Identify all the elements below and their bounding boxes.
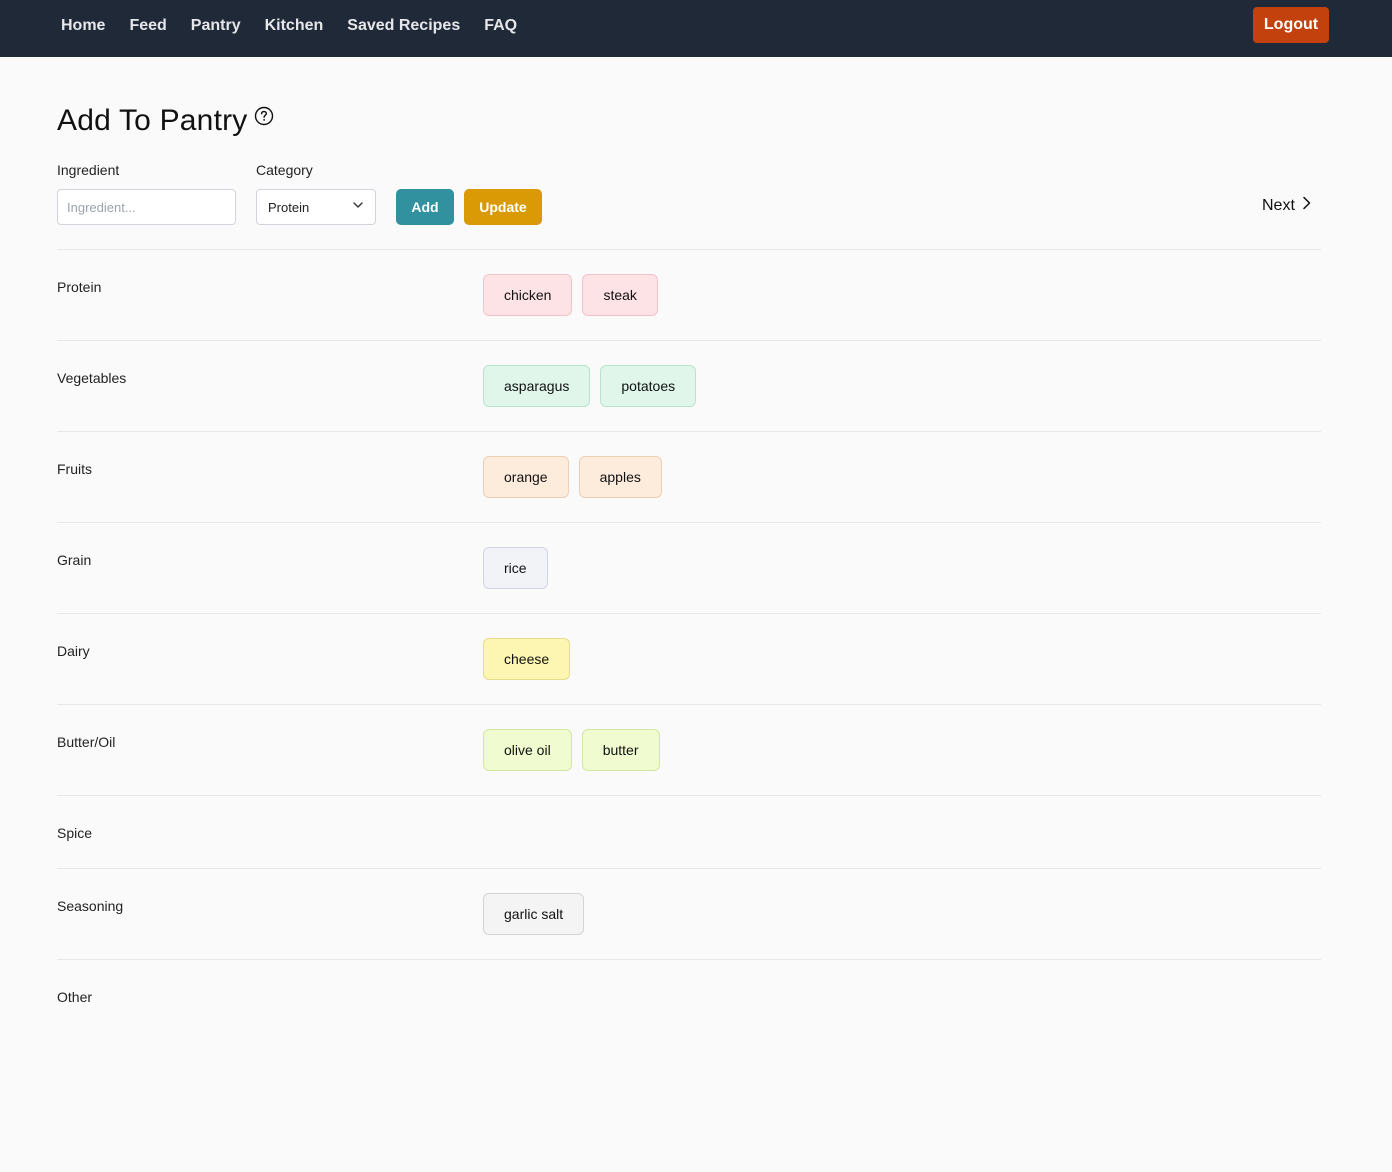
vegetables-chips: asparagus potatoes (483, 365, 697, 407)
ingredient-chip[interactable]: rice (483, 547, 548, 589)
chevron-right-icon (1295, 196, 1313, 215)
butter-oil-chips: olive oil butter (483, 729, 660, 771)
nav-saved-recipes-link[interactable]: Saved Recipes (335, 11, 472, 41)
nav-links: Home Feed Pantry Kitchen Saved Recipes F… (49, 0, 529, 52)
ingredient-chip[interactable]: butter (581, 729, 660, 771)
divider (57, 795, 1321, 796)
divider (57, 704, 1321, 705)
grain-chips: rice (483, 547, 548, 589)
dairy-chips: cheese (483, 638, 571, 680)
divider (57, 959, 1321, 960)
divider (57, 613, 1321, 614)
page-title: Add To Pantry (57, 104, 248, 137)
logout-button[interactable]: Logout (1253, 7, 1329, 43)
category-protein-label: Protein (57, 279, 102, 295)
category-select[interactable]: Protein (256, 189, 376, 225)
ingredient-chip[interactable]: olive oil (483, 729, 572, 771)
update-button[interactable]: Update (464, 189, 542, 225)
ingredient-chip[interactable]: cheese (483, 638, 571, 680)
category-dairy-label: Dairy (57, 643, 90, 659)
ingredient-chip[interactable]: orange (483, 456, 569, 498)
fruits-chips: orange apples (483, 456, 662, 498)
divider (57, 431, 1321, 432)
add-button[interactable]: Add (396, 189, 454, 225)
ingredient-chip[interactable]: garlic salt (483, 893, 585, 935)
category-grain-label: Grain (57, 552, 92, 568)
nav-home-link[interactable]: Home (49, 11, 117, 41)
seasoning-chips: garlic salt (483, 893, 585, 935)
nav-kitchen-link[interactable]: Kitchen (253, 11, 336, 41)
category-butter-oil-label: Butter/Oil (57, 734, 116, 750)
nav-faq-link[interactable]: FAQ (472, 11, 529, 41)
category-spice-label: Spice (57, 825, 93, 841)
question-circle-icon[interactable] (254, 106, 274, 126)
ingredient-input[interactable] (57, 189, 236, 225)
ingredient-chip[interactable]: apples (578, 456, 662, 498)
divider (57, 249, 1321, 250)
divider (57, 522, 1321, 523)
nav-feed-link[interactable]: Feed (117, 11, 178, 41)
ingredient-label: Ingredient (57, 162, 120, 178)
divider (57, 868, 1321, 869)
category-vegetables-label: Vegetables (57, 370, 127, 386)
chevron-down-icon (352, 198, 364, 216)
category-fruits-label: Fruits (57, 461, 92, 477)
ingredient-chip[interactable]: asparagus (483, 365, 591, 407)
category-label: Category (256, 162, 313, 178)
navbar: Home Feed Pantry Kitchen Saved Recipes F… (0, 0, 1392, 57)
divider (57, 340, 1321, 341)
ingredient-chip[interactable]: steak (582, 274, 658, 316)
category-seasoning-label: Seasoning (57, 898, 124, 914)
protein-chips: chicken steak (483, 274, 658, 316)
next-link[interactable]: Next (1262, 196, 1313, 215)
category-select-value: Protein (268, 199, 310, 215)
ingredient-chip[interactable]: potatoes (600, 365, 697, 407)
category-other-label: Other (57, 989, 93, 1005)
ingredient-chip[interactable]: chicken (483, 274, 573, 316)
nav-pantry-link[interactable]: Pantry (179, 11, 253, 41)
page-header: Add To Pantry (57, 104, 274, 138)
next-label: Next (1262, 196, 1295, 214)
